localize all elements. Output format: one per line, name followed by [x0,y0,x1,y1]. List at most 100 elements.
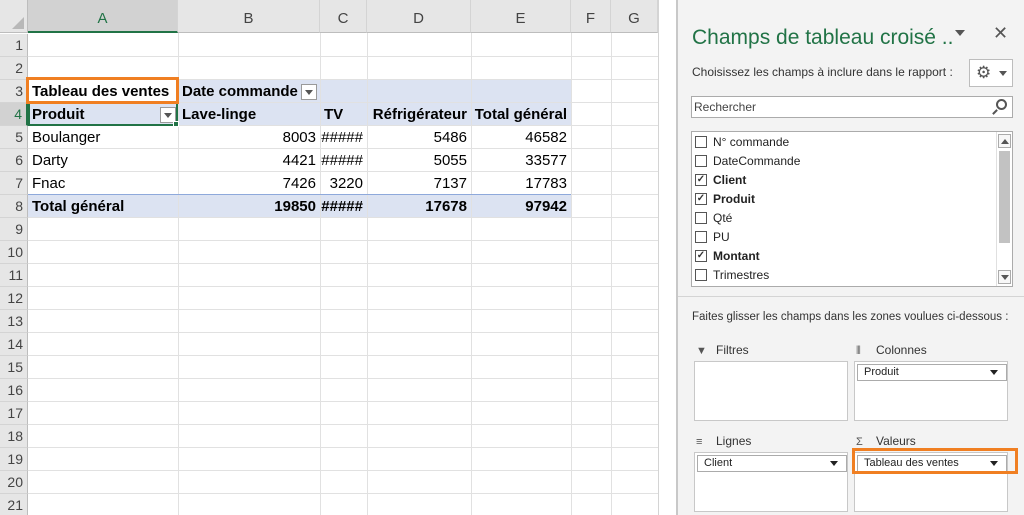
sheet-right-edge [658,0,676,515]
column-header-a[interactable]: A [28,0,178,33]
column-header-f[interactable]: F [571,0,611,33]
pivot-value-cell[interactable]: 8003 [178,126,320,149]
column-header-g[interactable]: G [611,0,658,33]
field-item-montant[interactable]: ✓ Montant [695,247,760,266]
pivot-column-header[interactable]: Lave-linge [178,103,320,126]
pivot-value-cell[interactable]: 7426 [178,172,320,195]
row-header-12[interactable]: 12 [0,287,28,310]
zone-title: Filtres [716,343,749,357]
pivot-total-cell[interactable]: 19850 [178,195,320,218]
field-search-input[interactable]: Rechercher [691,96,1013,118]
scroll-down-arrow-icon[interactable] [998,270,1011,284]
field-checkbox[interactable] [695,268,707,281]
pivot-total-cell[interactable]: 97942 [471,195,571,218]
spreadsheet-grid[interactable]: A B C D E F G 1 2 3 4 5 6 7 8 9 10 11 12… [0,0,676,515]
pivot-column-field-cell[interactable]: Date commande [178,80,298,103]
field-checkbox-checked[interactable]: ✓ [695,192,707,205]
pivot-value-cell[interactable]: 33577 [471,149,571,172]
row-header-9[interactable]: 9 [0,218,28,241]
row-header-4[interactable]: 4 [0,103,28,126]
pane-divider [678,296,1024,297]
pivot-value-cell[interactable]: 5486 [367,126,471,149]
pivot-value-cell[interactable]: 46582 [471,126,571,149]
field-item-trimestres[interactable]: Trimestres [695,266,769,285]
pivot-total-cell[interactable]: 17678 [367,195,471,218]
row-header-17[interactable]: 17 [0,402,28,425]
row-header-14[interactable]: 14 [0,333,28,356]
column-filter-dropdown-button[interactable] [301,84,317,100]
field-label: Trimestres [713,268,770,282]
pivot-row-label[interactable]: Fnac [28,172,178,195]
row-header-16[interactable]: 16 [0,379,28,402]
select-all-corner[interactable] [0,0,28,33]
gridline [28,56,658,57]
field-item-datecommande[interactable]: DateCommande [695,152,800,171]
field-checkbox-checked[interactable]: ✓ [695,173,707,186]
search-icon[interactable] [996,99,1007,110]
field-checkbox-checked[interactable]: ✓ [695,249,707,262]
row-header-1[interactable]: 1 [0,34,28,57]
pivot-value-cell[interactable]: ##### [320,126,367,149]
field-checkbox[interactable] [695,230,707,243]
rows-drop-zone[interactable]: Client [694,452,848,512]
row-header-7[interactable]: 7 [0,172,28,195]
row-header-2[interactable]: 2 [0,57,28,80]
row-header-3[interactable]: 3 [0,80,28,103]
pivot-row-label[interactable]: Darty [28,149,178,172]
row-header-10[interactable]: 10 [0,241,28,264]
pivot-column-header[interactable]: Total général [471,103,571,126]
row-header-15[interactable]: 15 [0,356,28,379]
pivot-total-cell[interactable]: ##### [320,195,367,218]
field-checkbox[interactable] [695,154,707,167]
gridline [28,470,658,471]
field-checkbox[interactable] [695,135,707,148]
column-header-e[interactable]: E [471,0,571,33]
column-header-d[interactable]: D [367,0,471,33]
pivot-value-cell[interactable]: 5055 [367,149,471,172]
pivot-value-cell[interactable]: ##### [320,149,367,172]
field-list-settings-button[interactable]: ⚙ [969,59,1013,87]
pivot-column-header[interactable]: TV [320,103,367,126]
columns-field-pill[interactable]: Produit [857,364,1007,381]
row-header-8[interactable]: 8 [0,195,28,218]
field-item-qte[interactable]: Qté [695,209,732,228]
row-header-6[interactable]: 6 [0,149,28,172]
pivot-row-label[interactable]: Boulanger [28,126,178,149]
gridline [571,33,572,515]
field-list-scrollbar[interactable] [996,132,1012,286]
scroll-up-arrow-icon[interactable] [998,134,1011,148]
row-header-21[interactable]: 21 [0,494,28,515]
field-checkbox[interactable] [695,211,707,224]
column-header-b[interactable]: B [178,0,320,33]
close-icon[interactable]: ✕ [993,23,1008,44]
field-item-produit[interactable]: ✓ Produit [695,190,755,209]
row-header-20[interactable]: 20 [0,471,28,494]
pivot-value-cell[interactable]: 7137 [367,172,471,195]
pivot-value-cell[interactable]: 3220 [320,172,367,195]
rows-zone-label: ≡ Lignes [696,434,751,448]
pivot-total-label[interactable]: Total général [28,195,178,218]
field-list: N° commande DateCommande ✓ Client ✓ Produi… [691,131,1013,287]
pane-options-chevron-down-icon[interactable] [955,30,965,36]
pivot-value-cell[interactable]: 17783 [471,172,571,195]
column-header-c[interactable]: C [320,0,367,33]
scroll-thumb[interactable] [999,151,1010,243]
field-item-client[interactable]: ✓ Client [695,171,746,190]
drag-hint: Faites glisser les champs dans les zones… [692,311,1009,323]
row-header-19[interactable]: 19 [0,448,28,471]
zone-title: Valeurs [876,434,916,448]
row-header-13[interactable]: 13 [0,310,28,333]
row-header-18[interactable]: 18 [0,425,28,448]
pivot-column-header[interactable]: Réfrigérateur [367,103,471,126]
row-header-5[interactable]: 5 [0,126,28,149]
field-item-n-commande[interactable]: N° commande [695,133,789,152]
gridline [28,378,658,379]
row-header-11[interactable]: 11 [0,264,28,287]
filters-drop-zone[interactable] [694,361,848,421]
rows-field-pill[interactable]: Client [697,455,847,472]
columns-drop-zone[interactable]: Produit [854,361,1008,421]
rows-icon: ≡ [696,436,703,448]
field-item-pu[interactable]: PU [695,228,730,247]
gridline [28,240,658,241]
pivot-value-cell[interactable]: 4421 [178,149,320,172]
